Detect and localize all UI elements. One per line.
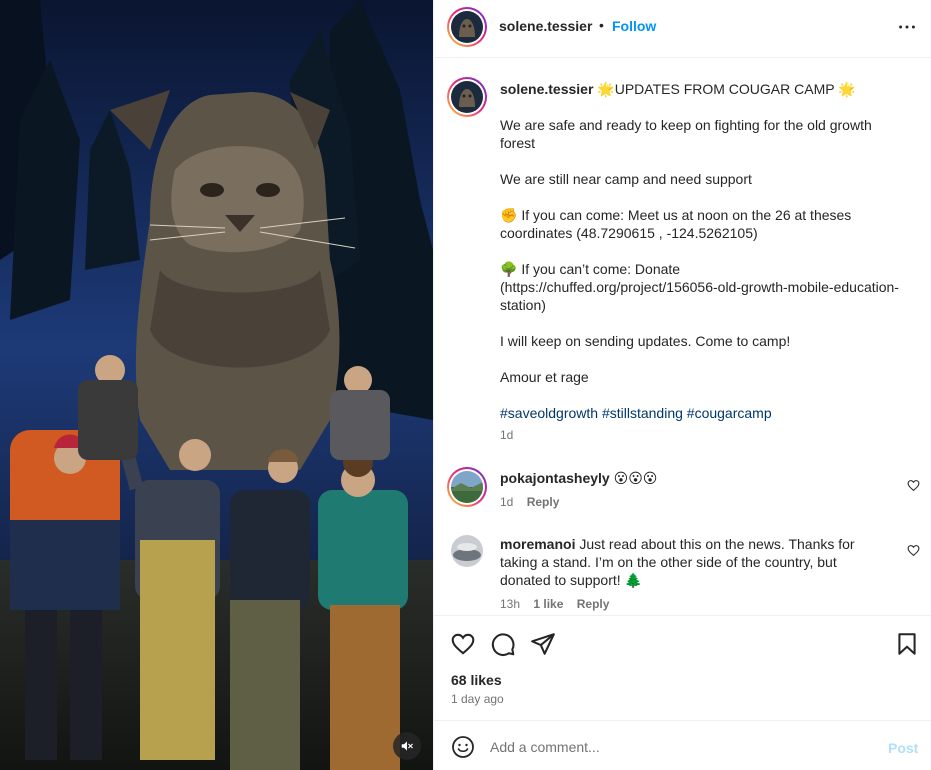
comment-item: moremanoi Just read about this on the ne… bbox=[500, 535, 890, 613]
caption-avatar-image bbox=[451, 81, 483, 113]
commenter-avatar[interactable] bbox=[451, 535, 483, 567]
save-bookmark-icon[interactable] bbox=[894, 631, 920, 657]
caption-hashtags: #saveoldgrowth #stillstanding #cougarcam… bbox=[500, 404, 900, 422]
caption-author-avatar[interactable] bbox=[447, 77, 487, 117]
comments-section[interactable]: solene.tessier 🌟UPDATES FROM COUGAR CAMP… bbox=[434, 58, 931, 615]
hashtag-link[interactable]: #stillstanding bbox=[602, 405, 683, 421]
likes-count[interactable]: 68 likes bbox=[451, 672, 502, 688]
commenter-avatar-image bbox=[451, 535, 483, 567]
reply-button[interactable]: Reply bbox=[577, 597, 610, 611]
caption-line: ✊ If you can come: Meet us at noon on th… bbox=[500, 207, 852, 241]
like-heart-icon[interactable] bbox=[450, 631, 476, 657]
caption-username[interactable]: solene.tessier bbox=[500, 81, 593, 97]
comment-time: 13h bbox=[500, 597, 521, 611]
comment-likes[interactable]: 1 like bbox=[533, 597, 563, 611]
comment-composer: Post bbox=[434, 720, 931, 770]
comment-text: 😮😮😮 bbox=[613, 470, 658, 486]
author-avatar[interactable] bbox=[447, 7, 487, 47]
caption-line: We are still near camp and need support bbox=[500, 171, 752, 187]
hashtag-link[interactable]: #saveoldgrowth bbox=[500, 405, 598, 421]
post-photo[interactable] bbox=[0, 0, 433, 770]
commenter-avatar-image bbox=[451, 471, 483, 503]
comment-item: pokajontasheyly 😮😮😮 1d Reply bbox=[500, 469, 890, 511]
caption-line: I will keep on sending updates. Come to … bbox=[500, 333, 791, 349]
comment-time: 1d bbox=[500, 495, 514, 509]
post-photo-illustration bbox=[0, 0, 433, 770]
post-actions: 68 likes 1 day ago bbox=[434, 615, 931, 720]
post-comment-button[interactable]: Post bbox=[888, 740, 918, 756]
hashtag-link[interactable]: #cougarcamp bbox=[687, 405, 772, 421]
caption-line: 🌳 If you can’t come: Donate (https://chu… bbox=[500, 261, 899, 313]
caption-line: We are safe and ready to keep on fightin… bbox=[500, 117, 872, 151]
follow-button[interactable]: Follow bbox=[612, 18, 656, 34]
author-avatar-image bbox=[451, 11, 483, 43]
more-options-icon[interactable] bbox=[896, 16, 918, 38]
emoji-icon[interactable] bbox=[451, 735, 475, 759]
comment-input[interactable] bbox=[490, 733, 870, 761]
comment-like-icon[interactable] bbox=[907, 544, 920, 557]
commenter-avatar[interactable] bbox=[447, 467, 487, 507]
speaker-muted-icon bbox=[401, 741, 413, 751]
caption-line: Amour et rage bbox=[500, 369, 589, 385]
share-paper-plane-icon[interactable] bbox=[530, 631, 556, 657]
comment-username[interactable]: pokajontasheyly bbox=[500, 470, 610, 486]
caption-title: 🌟UPDATES FROM COUGAR CAMP 🌟 bbox=[597, 81, 856, 97]
mute-button[interactable] bbox=[393, 732, 421, 760]
reply-button[interactable]: Reply bbox=[527, 495, 560, 509]
caption-time: 1d bbox=[500, 428, 514, 442]
post-caption: solene.tessier 🌟UPDATES FROM COUGAR CAMP… bbox=[500, 80, 900, 444]
comment-bubble-icon[interactable] bbox=[490, 631, 516, 657]
header-username[interactable]: solene.tessier bbox=[499, 18, 592, 34]
comment-username[interactable]: moremanoi bbox=[500, 536, 575, 552]
comment-like-icon[interactable] bbox=[907, 479, 920, 492]
post-header: solene.tessier • Follow bbox=[434, 0, 931, 58]
header-separator: • bbox=[599, 17, 604, 33]
post-details-panel: solene.tessier • Follow solene.tessier 🌟… bbox=[433, 0, 931, 770]
post-date: 1 day ago bbox=[451, 692, 504, 706]
